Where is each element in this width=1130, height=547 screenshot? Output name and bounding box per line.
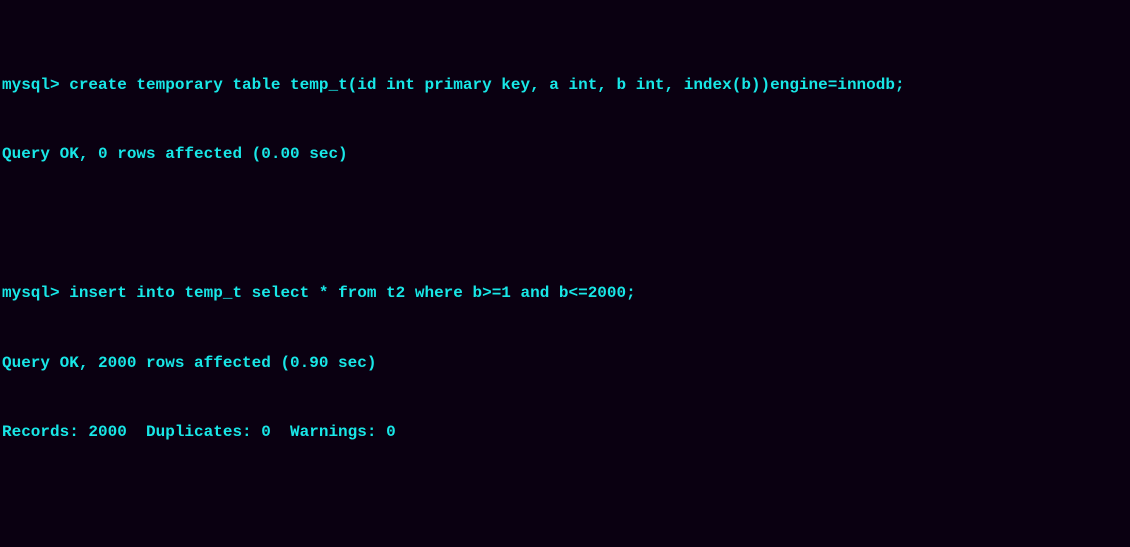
insert-result1: Query OK, 2000 rows affected (0.90 sec) — [2, 352, 1128, 375]
create-result: Query OK, 0 rows affected (0.00 sec) — [2, 143, 1128, 166]
prompt[interactable]: mysql> — [2, 76, 69, 94]
terminal-output: mysql> create temporary table temp_t(id … — [0, 0, 1130, 547]
insert-result2: Records: 2000 Duplicates: 0 Warnings: 0 — [2, 421, 1128, 444]
prompt[interactable]: mysql> — [2, 284, 69, 302]
blank — [2, 213, 1128, 236]
cmd-create-line: mysql> create temporary table temp_t(id … — [2, 74, 1128, 97]
cmd-insert: insert into temp_t select * from t2 wher… — [69, 284, 636, 302]
cmd-insert-line: mysql> insert into temp_t select * from … — [2, 282, 1128, 305]
cmd-create: create temporary table temp_t(id int pri… — [69, 76, 904, 94]
blank — [2, 491, 1128, 514]
